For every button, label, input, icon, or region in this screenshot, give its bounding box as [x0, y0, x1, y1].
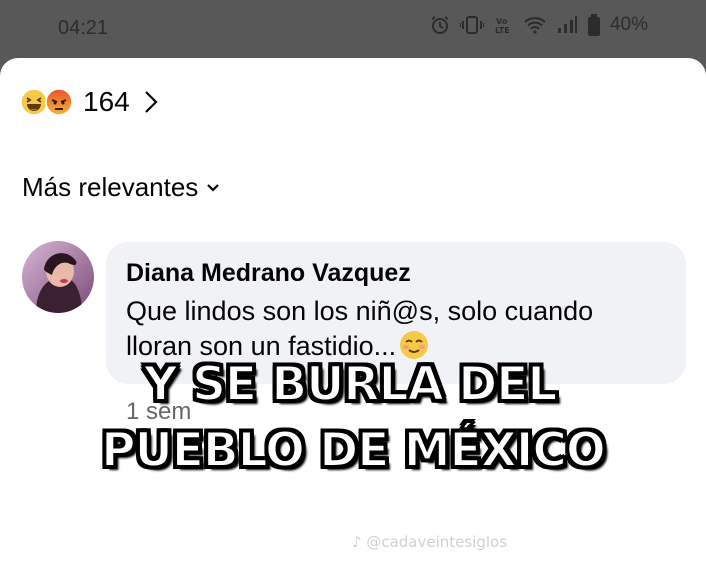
- sort-label: Más relevantes: [22, 172, 199, 202]
- vibrate-icon: [459, 15, 484, 35]
- comments-sheet: 164 Más relevantes Diana Medrano Vazquez…: [0, 58, 706, 566]
- caption-line-2: PUEBLO DE MÉXICO: [100, 422, 607, 479]
- tiktok-watermark: ♪ @cadaveintesiglos: [352, 533, 508, 551]
- sort-dropdown[interactable]: Más relevantes: [22, 172, 220, 203]
- wifi-icon: [524, 16, 546, 34]
- angry-emoji: [45, 88, 73, 116]
- caption-line-1: Y SE BURLA DEL: [143, 356, 559, 413]
- reaction-count: 164: [83, 86, 130, 117]
- battery-percent: 40%: [609, 14, 648, 35]
- alarm-icon: [430, 15, 450, 35]
- signal-icon: [556, 16, 578, 34]
- status-bar: 04:21 Vo LTE 40%: [0, 0, 706, 58]
- status-icons: Vo LTE 40%: [430, 14, 648, 36]
- svg-text:Vo: Vo: [496, 17, 508, 26]
- battery-icon: [587, 14, 600, 36]
- volte-icon: Vo LTE: [494, 15, 514, 35]
- comment-author[interactable]: Diana Medrano Vazquez: [126, 258, 666, 288]
- avatar[interactable]: [22, 241, 94, 313]
- reaction-emojis: [20, 88, 73, 116]
- svg-text:LTE: LTE: [495, 26, 510, 35]
- status-time: 04:21: [58, 17, 109, 39]
- chevron-down-icon: [207, 183, 220, 192]
- chevron-right-icon: [144, 91, 158, 113]
- haha-emoji: [20, 88, 48, 116]
- reactions-summary[interactable]: 164: [20, 86, 160, 118]
- video-caption-overlay: Y SE BURLA DEL PUEBLO DE MÉXICO: [0, 352, 706, 484]
